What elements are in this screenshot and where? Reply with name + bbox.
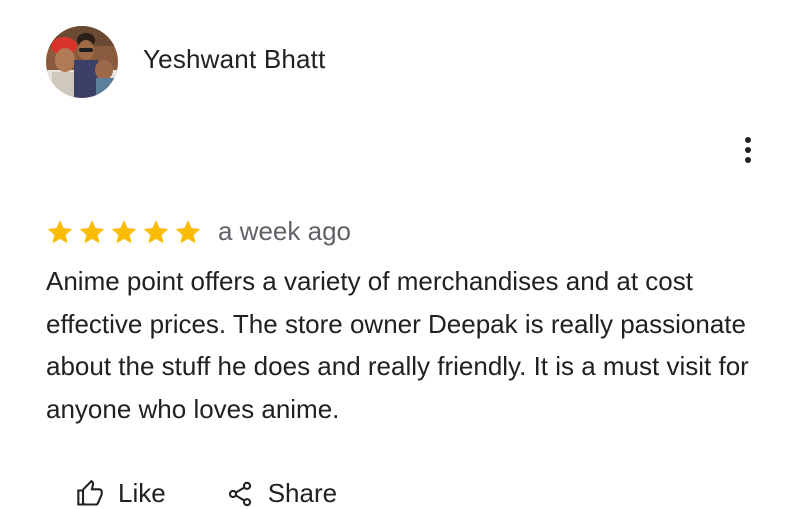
avatar-photo-icon [46, 26, 118, 98]
review-date: a week ago [218, 215, 351, 246]
review-actions: Like Share [76, 478, 337, 509]
more-options-button[interactable] [732, 134, 764, 166]
rating-row: a week ago [46, 215, 351, 249]
star-icon [79, 220, 105, 244]
more-vert-icon [745, 137, 751, 163]
share-icon [228, 481, 251, 506]
reviewer-avatar[interactable] [46, 26, 118, 98]
star-icon [175, 220, 201, 244]
like-label: Like [118, 478, 166, 508]
star-icon [47, 220, 73, 244]
star-rating [46, 218, 202, 246]
review-text: Anime point offers a variety of merchand… [46, 266, 749, 424]
share-label: Share [267, 478, 338, 508]
like-button[interactable]: Like [76, 478, 166, 509]
reviewer-name[interactable]: Yeshwant Bhatt [143, 44, 326, 75]
share-button[interactable]: Share [226, 478, 337, 509]
star-icon [111, 220, 137, 244]
star-icon [143, 220, 169, 244]
thumb-up-icon [77, 479, 103, 506]
review-card: Yeshwant Bhatt a week ago Anime point of… [0, 0, 812, 508]
